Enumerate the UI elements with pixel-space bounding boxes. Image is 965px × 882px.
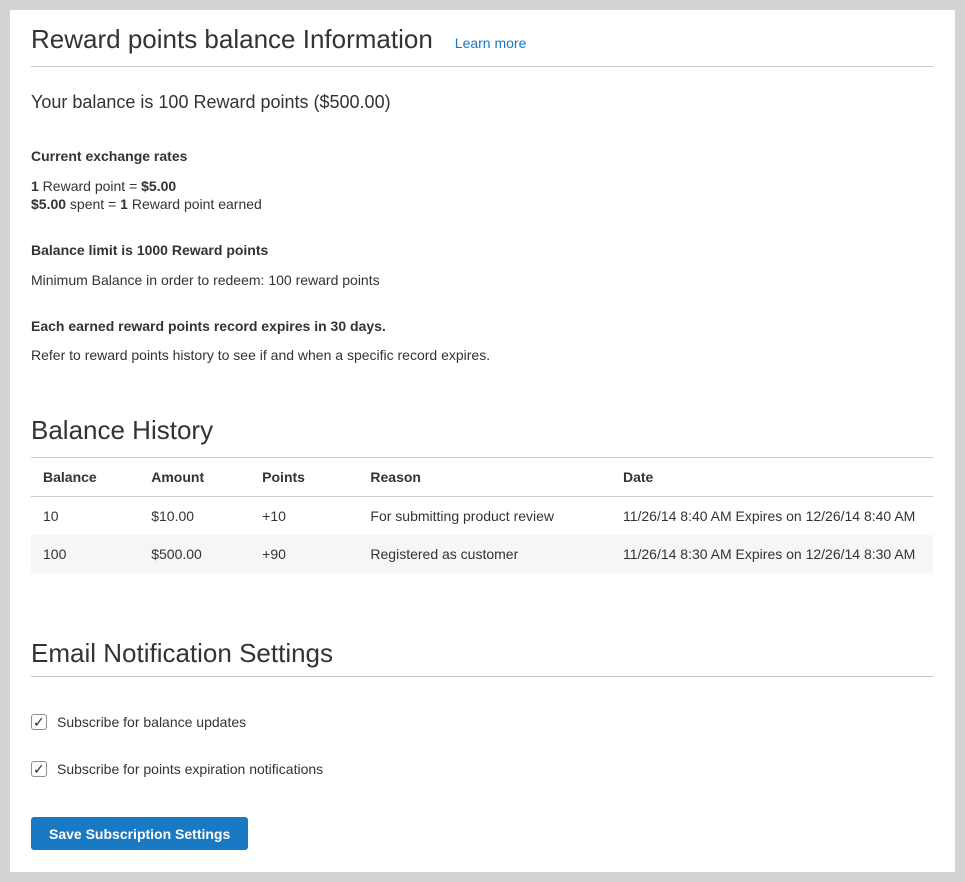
expiration-rule: Each earned reward points record expires…: [31, 317, 933, 335]
col-header-reason: Reason: [358, 458, 611, 497]
email-settings-heading: Email Notification Settings: [31, 636, 933, 677]
balance-updates-checkbox[interactable]: [31, 714, 47, 730]
minimum-balance: Minimum Balance in order to redeem: 100 …: [31, 271, 933, 289]
cell-reason: For submitting product review: [358, 497, 611, 536]
balance-updates-label[interactable]: Subscribe for balance updates: [57, 713, 246, 731]
cell-points: +90: [250, 535, 358, 573]
balance-summary: Your balance is 100 Reward points ($500.…: [31, 90, 933, 114]
balance-history-heading: Balance History: [31, 413, 933, 457]
cell-reason: Registered as customer: [358, 535, 611, 573]
col-header-date: Date: [611, 458, 933, 497]
expiration-notifications-row: Subscribe for points expiration notifica…: [31, 760, 933, 778]
cell-date: 11/26/14 8:40 AM Expires on 12/26/14 8:4…: [611, 497, 933, 536]
learn-more-link[interactable]: Learn more: [455, 35, 527, 51]
page-header: Reward points balance Information Learn …: [31, 22, 933, 67]
exchange-rates-heading: Current exchange rates: [31, 147, 933, 165]
expiration-notifications-label[interactable]: Subscribe for points expiration notifica…: [57, 760, 323, 778]
col-header-amount: Amount: [139, 458, 250, 497]
col-header-points: Points: [250, 458, 358, 497]
cell-amount: $500.00: [139, 535, 250, 573]
expiration-notifications-checkbox[interactable]: [31, 761, 47, 777]
exchange-rate-line-2: $5.00 spent = 1 Reward point earned: [31, 195, 933, 213]
cell-points: +10: [250, 497, 358, 536]
table-header-row: Balance Amount Points Reason Date: [31, 458, 933, 497]
page-title: Reward points balance Information: [31, 22, 433, 56]
balance-history-table: Balance Amount Points Reason Date 10 $10…: [31, 457, 933, 573]
expiration-note: Refer to reward points history to see if…: [31, 346, 933, 364]
balance-limit: Balance limit is 1000 Reward points: [31, 241, 933, 259]
col-header-balance: Balance: [31, 458, 139, 497]
cell-balance: 10: [31, 497, 139, 536]
table-row: 10 $10.00 +10 For submitting product rev…: [31, 497, 933, 536]
table-row: 100 $500.00 +90 Registered as customer 1…: [31, 535, 933, 573]
cell-balance: 100: [31, 535, 139, 573]
cell-amount: $10.00: [139, 497, 250, 536]
cell-date: 11/26/14 8:30 AM Expires on 12/26/14 8:3…: [611, 535, 933, 573]
balance-updates-row: Subscribe for balance updates: [31, 713, 933, 731]
reward-points-card: Reward points balance Information Learn …: [10, 10, 955, 872]
exchange-rates-lines: 1 Reward point = $5.00 $5.00 spent = 1 R…: [31, 177, 933, 213]
save-subscription-settings-button[interactable]: Save Subscription Settings: [31, 817, 248, 850]
exchange-rate-line-1: 1 Reward point = $5.00: [31, 177, 933, 195]
